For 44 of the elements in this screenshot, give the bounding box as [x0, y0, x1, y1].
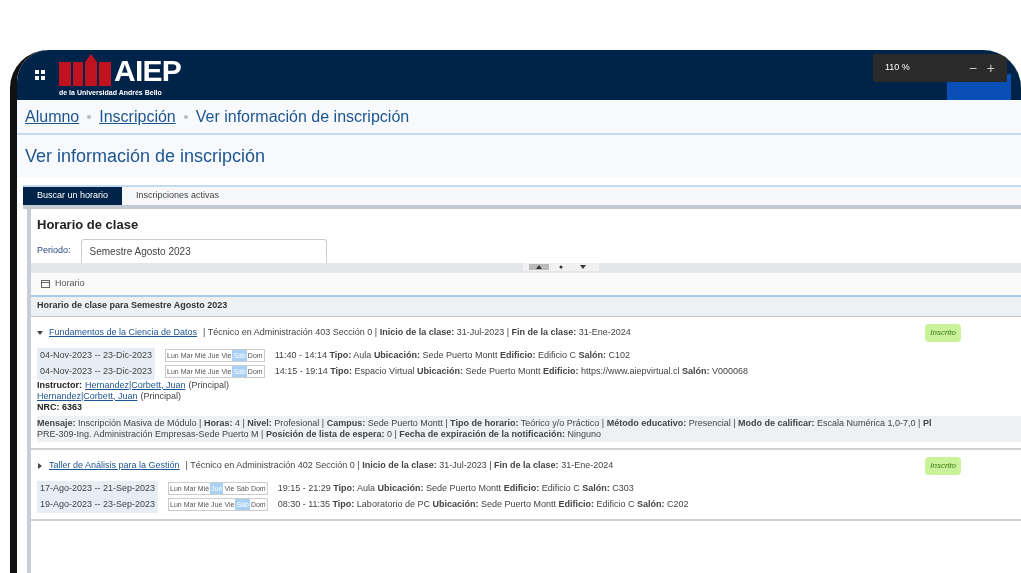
page-title: Ver información de inscripción	[25, 144, 266, 168]
breadcrumb-link[interactable]: Alumno	[25, 104, 80, 129]
breadcrumb-separator	[87, 114, 92, 119]
status-badge: Inscrito	[925, 323, 961, 342]
date-range: 17-Ago-2023 -- 21-Sep-2023	[37, 480, 159, 497]
schedule-view-button[interactable]: Horario	[41, 276, 85, 291]
course-title-link[interactable]: Fundamentos de la Ciencia de Datos	[49, 325, 198, 340]
splitter-handle[interactable]	[523, 262, 599, 271]
calendar-icon	[41, 279, 50, 288]
course-details: | Técnico en Administración 402 Sección 0 | Inicio de la clase: 31-Jul-2023 | Fin de la clase: 31-Ene-2024	[185, 458, 615, 472]
message-text: Mensaje: Inscripción Masiva de Módulo | Horas: 4 | Nivel: Profesional | Campus: Sede Puerto Montt | Tipo de horario: Teórico y/o Práctico | Método educativo: Presencial | Modo de calificar: Escala Numérica 1,0-7,0 | Pl	[37, 417, 933, 429]
instructor-link[interactable]: Hernandez|Corbett, Juan	[85, 379, 186, 391]
section-heading: Horario de clase	[36, 216, 140, 234]
caret-icon[interactable]	[37, 462, 43, 469]
meeting-info: 11:40 - 14:14 Tipo: Aula Ubicación: Sede Puerto Montt Edificio: Edificio C Salón: C102	[274, 348, 630, 362]
logo-text: AIEP	[114, 55, 182, 86]
breadcrumb-separator	[183, 114, 188, 119]
course-title-link[interactable]: Taller de Análisis para la Gestión	[49, 458, 180, 473]
tab[interactable]: Inscripciones activas	[122, 187, 234, 205]
section-title: Horario de clase para Semestre Agosto 2023	[37, 299, 228, 313]
status-badge: Inscrito	[925, 456, 961, 475]
field-label: Periodo:	[37, 243, 71, 257]
zoom-level: 110 %	[885, 61, 911, 75]
course-details: | Técnico en Administración 403 Sección 0 | Inicio de la clase: 31-Jul-2023 | Fin de la clase: 31-Ene-2024	[203, 325, 632, 339]
date-range: 04-Nov-2023 -- 23-Dic-2023	[37, 347, 156, 364]
instructor-role: (Principal)	[188, 379, 229, 391]
nrc-number: NRC: 6363	[37, 401, 84, 413]
period-select[interactable]: Semestre Agosto 2023	[80, 238, 327, 263]
zoom-in-button[interactable]: +	[986, 61, 995, 75]
meeting-info: 08:30 - 11:35 Tipo: Laboratorio de PC Ubicación: Sede Puerto Montt Edificio: Edificio C Salón: C202	[277, 497, 689, 511]
breadcrumb-current: Ver información de inscripción	[195, 106, 410, 127]
meeting-info: 19:15 - 21:29 Tipo: Aula Ubicación: Sede Puerto Montt Edificio: Edificio C Salón: C303	[277, 481, 634, 495]
zoom-out-button[interactable]: −	[968, 61, 977, 75]
message-text: PRE-309-Ing. Administración Empresas-Sede Puerto M | Posición de lista de espera: 0 | Fecha de expiración de la notificación: Ninguno	[37, 428, 602, 440]
apps-grid-icon[interactable]	[35, 70, 45, 80]
meeting-info: 14:15 - 19:14 Tipo: Espacio Virtual Ubicación: Sede Puerto Montt Edificio: https://www.aiepvirtual.cl Salón: V000068	[274, 364, 749, 378]
instructor-label: Instructor:	[37, 379, 82, 391]
logo-mark-icon	[59, 53, 111, 86]
caret-icon[interactable]	[37, 329, 43, 336]
dot-icon[interactable]	[559, 264, 563, 269]
breadcrumb-link[interactable]: Inscripción	[99, 104, 176, 129]
tab[interactable]: Buscar un horario	[23, 187, 123, 205]
instructor-link[interactable]: Hernandez|Corbett, Juan	[37, 390, 138, 402]
instructor-role: (Principal)	[140, 390, 181, 402]
